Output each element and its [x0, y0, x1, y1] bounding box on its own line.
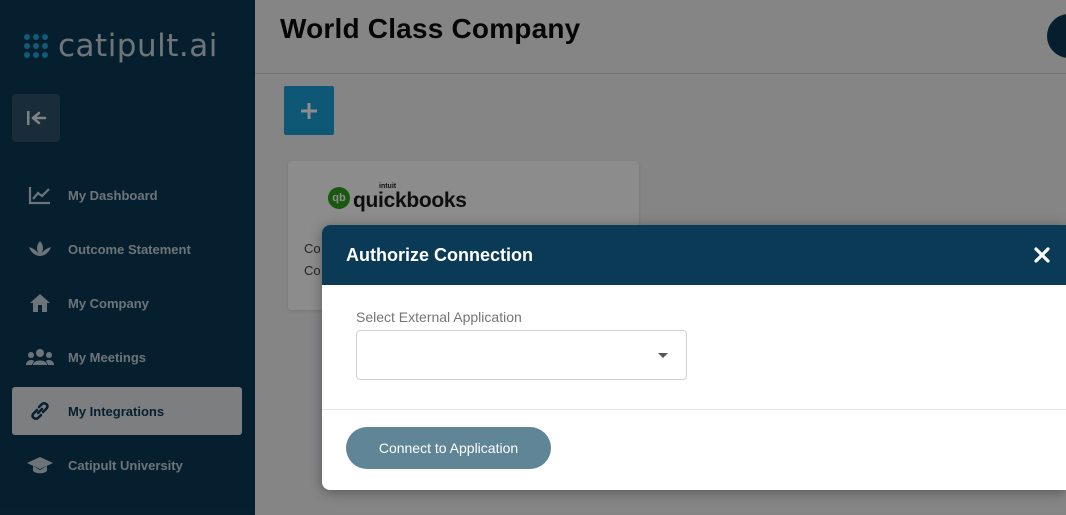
connect-to-application-button[interactable]: Connect to Application	[346, 427, 551, 469]
close-icon	[1034, 247, 1050, 263]
select-application-label: Select External Application	[356, 309, 522, 325]
caret-down-icon	[658, 353, 668, 358]
authorize-connection-modal: Authorize Connection Select External App…	[322, 225, 1066, 490]
modal-divider	[322, 409, 1066, 410]
modal-header: Authorize Connection	[322, 225, 1066, 285]
external-application-select[interactable]	[356, 330, 687, 380]
close-button[interactable]	[1030, 243, 1054, 267]
modal-title: Authorize Connection	[346, 244, 533, 265]
